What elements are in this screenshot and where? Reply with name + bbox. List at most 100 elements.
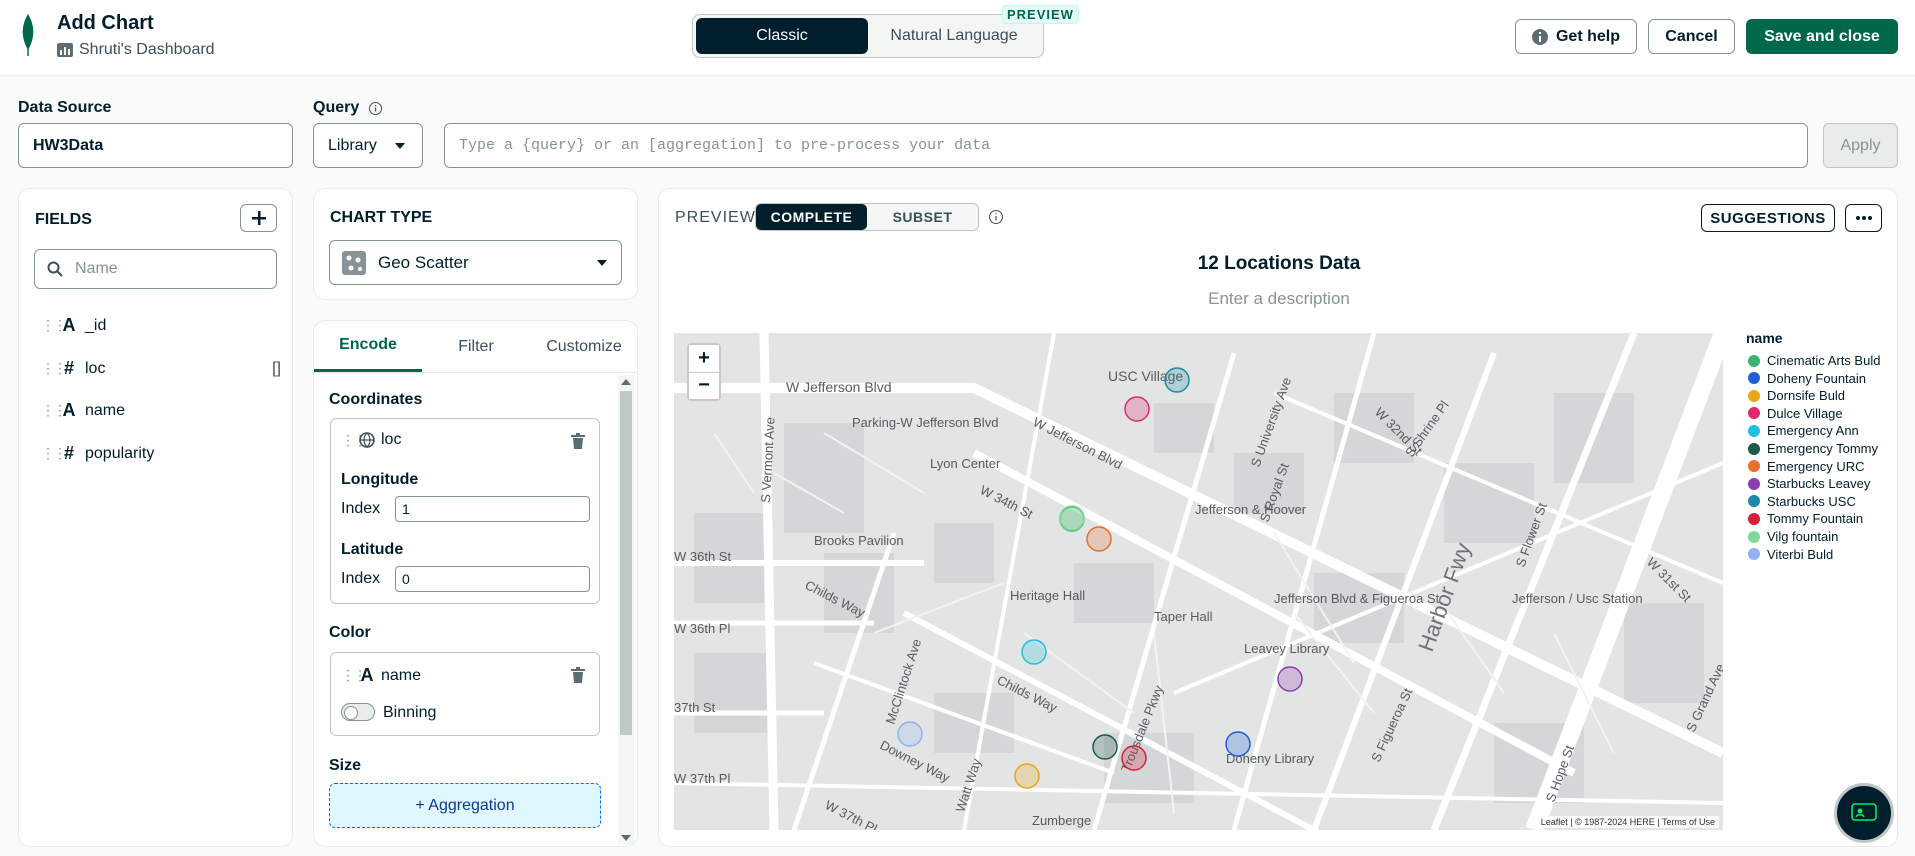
chart-title: 12 Locations Data: [1197, 253, 1361, 274]
add-field-button[interactable]: [240, 204, 277, 232]
longitude-index-input[interactable]: 1: [395, 496, 590, 522]
legend-item[interactable]: Dulce Village: [1748, 406, 1843, 421]
legend-item[interactable]: Emergency Ann: [1748, 423, 1859, 438]
legend-swatch: [1748, 530, 1760, 543]
info-icon[interactable]: [369, 101, 383, 115]
query-label-wrap: Query: [313, 99, 383, 117]
dashboard-label: Shruti's Dashboard: [79, 41, 215, 58]
legend-item[interactable]: Viterbi Buld: [1748, 547, 1833, 562]
coordinates-field[interactable]: ⋮⋮ loc: [341, 431, 401, 449]
tab-customize[interactable]: Customize: [530, 321, 637, 372]
scatter-point[interactable]: [1124, 396, 1150, 422]
binning-toggle[interactable]: [341, 703, 375, 721]
map-attribution[interactable]: Leaflet | © 1987-2024 HERE | Terms of Us…: [1536, 816, 1719, 828]
data-source-select[interactable]: HW3Data: [18, 123, 293, 168]
legend-label: Starbucks Leavey: [1767, 476, 1871, 492]
field-item[interactable]: ⋮⋮ A _id: [41, 315, 106, 336]
chart-type-select[interactable]: Geo Scatter: [329, 240, 622, 285]
array-icon: []: [272, 359, 281, 377]
suggestions-button[interactable]: SUGGESTIONS: [1701, 204, 1835, 232]
query-input[interactable]: Type a {query} or an [aggregation] to pr…: [444, 123, 1808, 168]
legend-swatch: [1748, 354, 1760, 367]
geo-map[interactable]: USC Village W Jefferson Blvd Parking-W J…: [674, 333, 1723, 830]
drag-handle-icon[interactable]: ⋮⋮: [341, 667, 367, 684]
plus-icon: [251, 211, 266, 225]
scatter-point[interactable]: [1121, 745, 1147, 771]
tab-complete[interactable]: COMPLETE: [756, 204, 867, 230]
legend-label: Cinematic Arts Buld: [1767, 353, 1881, 368]
scatter-point[interactable]: [1164, 367, 1190, 393]
scatter-point[interactable]: [1092, 734, 1118, 760]
drag-handle-icon[interactable]: ⋮⋮: [341, 432, 367, 449]
save-and-close-button[interactable]: Save and close: [1746, 19, 1898, 54]
legend-item[interactable]: Doheny Fountain: [1748, 371, 1866, 386]
cancel-button[interactable]: Cancel: [1648, 19, 1735, 54]
latitude-index-input[interactable]: 0: [395, 566, 590, 592]
trash-icon[interactable]: [571, 667, 585, 683]
trash-icon[interactable]: [571, 433, 585, 449]
drag-handle-icon[interactable]: ⋮⋮: [41, 360, 67, 377]
legend-item[interactable]: Emergency Tommy: [1748, 441, 1878, 456]
tab-encode[interactable]: Encode: [314, 321, 422, 372]
tab-filter[interactable]: Filter: [422, 321, 530, 372]
legend-item[interactable]: Emergency URC: [1748, 459, 1865, 474]
field-name: name: [85, 401, 126, 419]
scatter-point[interactable]: [1277, 666, 1303, 692]
add-aggregation-button[interactable]: + Aggregation: [329, 783, 601, 828]
field-item[interactable]: ⋮⋮ # popularity: [41, 443, 154, 464]
field-name: popularity: [85, 444, 155, 462]
scroll-down-icon[interactable]: [621, 835, 631, 841]
legend-swatch: [1748, 548, 1760, 561]
preview-mode-toggle: COMPLETE SUBSET: [755, 203, 979, 231]
field-name: loc: [85, 359, 106, 377]
zoom-out-button[interactable]: −: [689, 373, 719, 400]
info-icon: [1531, 28, 1548, 45]
tab-classic[interactable]: Classic: [696, 18, 868, 54]
more-options-button[interactable]: [1845, 204, 1882, 232]
scatter-point[interactable]: [1086, 526, 1112, 552]
legend-item[interactable]: Tommy Fountain: [1748, 511, 1863, 526]
field-search[interactable]: Name: [34, 249, 277, 289]
map-canvas[interactable]: USC Village W Jefferson Blvd Parking-W J…: [674, 333, 1723, 830]
scatter-point[interactable]: [1021, 639, 1047, 665]
legend-item[interactable]: Starbucks USC: [1748, 494, 1856, 509]
library-dropdown[interactable]: Library: [313, 123, 423, 168]
legend-label: Dulce Village: [1767, 405, 1843, 421]
legend-item[interactable]: Starbucks Leavey: [1748, 476, 1870, 491]
info-icon[interactable]: [989, 210, 1003, 224]
legend-item[interactable]: Cinematic Arts Buld: [1748, 353, 1880, 368]
chart-type-value: Geo Scatter: [378, 252, 469, 272]
drag-handle-icon[interactable]: ⋮⋮: [41, 445, 67, 462]
map-label-heritage: Heritage Hall: [1010, 588, 1085, 603]
legend-swatch: [1748, 460, 1760, 473]
map-label-w36st: W 36th St: [674, 549, 731, 564]
field-item[interactable]: ⋮⋮ Aname: [41, 400, 125, 421]
tab-subset[interactable]: SUBSET: [867, 204, 978, 230]
zoom-in-button[interactable]: +: [689, 345, 719, 373]
legend-swatch: [1748, 442, 1760, 455]
chart-description[interactable]: Enter a description: [659, 289, 1899, 309]
chat-assistant-button[interactable]: [1834, 783, 1894, 843]
coordinates-card: ⋮⋮ loc Longitude Index 1 Latitude Index …: [330, 418, 600, 604]
get-help-button[interactable]: Get help: [1515, 19, 1637, 54]
field-item[interactable]: ⋮⋮ # loc []: [41, 358, 281, 379]
drag-handle-icon[interactable]: ⋮⋮: [41, 317, 67, 334]
scrollbar[interactable]: [618, 375, 634, 845]
legend-swatch: [1748, 424, 1760, 437]
scatter-point[interactable]: [1059, 505, 1085, 531]
legend-item[interactable]: Vilg fountain: [1748, 529, 1838, 544]
apply-button[interactable]: Apply: [1823, 123, 1898, 168]
scroll-up-icon[interactable]: [621, 379, 631, 385]
scatter-point[interactable]: [897, 721, 923, 747]
scatter-point[interactable]: [1225, 731, 1251, 757]
drag-handle-icon[interactable]: ⋮⋮: [41, 402, 67, 419]
map-label-leavey: Leavey Library: [1244, 641, 1330, 656]
dashboard-name[interactable]: Shruti's Dashboard: [57, 41, 215, 59]
color-field[interactable]: ⋮⋮ A name: [341, 665, 421, 686]
color-card: ⋮⋮ A name Binning: [330, 652, 600, 736]
scrollbar-thumb[interactable]: [620, 391, 632, 735]
legend-title: name: [1746, 330, 1783, 346]
scatter-point[interactable]: [1014, 763, 1040, 789]
geo-scatter-icon: [342, 250, 366, 275]
legend-item[interactable]: Dornsife Buld: [1748, 388, 1845, 403]
